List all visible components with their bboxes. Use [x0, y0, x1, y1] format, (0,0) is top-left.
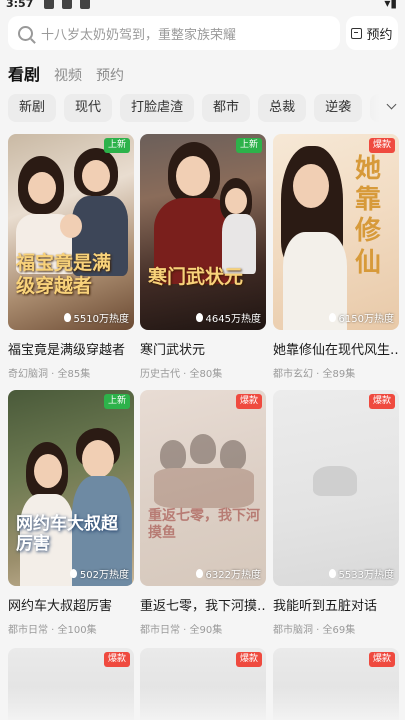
tab-reserve[interactable]: 预约	[96, 65, 124, 85]
drama-cover[interactable]: 网约车大叔超厉害 上新 502万热度	[8, 390, 134, 586]
chip-new[interactable]: 新剧	[8, 94, 57, 122]
poster-title: 寒门武状元	[148, 266, 244, 288]
hot-badge: 爆款	[368, 138, 395, 153]
drama-cover[interactable]: 寒门武状元 上新 4645万热度	[140, 134, 266, 330]
search-icon	[18, 25, 33, 41]
tab-watch[interactable]: 看剧	[8, 61, 40, 85]
tab-video[interactable]: 视频	[54, 65, 82, 85]
chip-modern[interactable]: 现代	[64, 94, 113, 122]
heat-count: 6322万热度	[195, 566, 261, 581]
heat-count: 4645万热度	[195, 310, 261, 325]
poster-title: 她靠修仙	[355, 154, 382, 278]
search-input[interactable]: 十八岁太奶奶驾到，重整家族荣耀	[8, 16, 340, 50]
status-bar: 3:57 ▾▮	[0, 0, 405, 14]
search-row: 十八岁太奶奶驾到，重整家族荣耀 预约	[8, 16, 398, 50]
notification-icon	[80, 0, 90, 9]
chip-comeback[interactable]: 逆袭	[314, 94, 363, 122]
notification-icon	[44, 0, 54, 9]
drama-card[interactable]: 网约车大叔超厉害 上新 502万热度 网约车大叔超厉害 都市日常 · 全100集	[8, 390, 134, 636]
calendar-icon	[351, 27, 363, 39]
drama-title[interactable]: 寒门武状元	[140, 339, 266, 358]
hot-badge: 爆款	[368, 394, 395, 409]
bottom-fade	[0, 686, 405, 720]
placeholder-image-icon	[313, 466, 357, 496]
hot-badge: 爆款	[235, 652, 262, 667]
drama-meta: 都市日常 · 全100集	[8, 625, 97, 636]
drama-title[interactable]: 网约车大叔超厉害	[8, 595, 134, 614]
top-tabs: 看剧 视频 预约	[8, 63, 138, 85]
heat-count: 6150万热度	[328, 310, 394, 325]
poster-title: 福宝竟是满级穿越者	[16, 252, 112, 297]
drama-meta: 历史古代 · 全80集	[140, 369, 223, 380]
reserve-label: 预约	[366, 27, 393, 43]
drama-card[interactable]: 爆款 5533万热度 我能听到五脏对话 都市脑洞 · 全69集	[273, 390, 399, 636]
chip-ceo[interactable]: 总裁	[258, 94, 307, 122]
hot-badge: 爆款	[103, 652, 130, 667]
battery-icon: ▾▮	[384, 0, 397, 10]
drama-title[interactable]: 福宝竟是满级穿越者	[8, 339, 134, 358]
new-badge: 上新	[103, 394, 130, 409]
flame-icon	[195, 569, 203, 578]
flame-icon	[328, 313, 336, 322]
new-badge: 上新	[235, 138, 262, 153]
drama-title[interactable]: 重返七零，我下河摸…	[140, 595, 266, 614]
drama-cover[interactable]: 她靠修仙 爆款 6150万热度	[273, 134, 399, 330]
chip-urban[interactable]: 都市	[202, 94, 251, 122]
flame-icon	[195, 313, 203, 322]
chips-fade	[359, 94, 405, 122]
drama-cover[interactable]: 爆款 5533万热度	[273, 390, 399, 586]
flame-icon	[69, 569, 77, 578]
poster-title: 重返七零，我下河摸鱼	[148, 508, 260, 541]
poster-title: 网约车大叔超厉害	[16, 514, 118, 555]
drama-title[interactable]: 她靠修仙在现代风生…	[273, 339, 399, 358]
reserve-button[interactable]: 预约	[346, 16, 398, 50]
drama-meta: 都市脑洞 · 全69集	[273, 625, 356, 636]
flame-icon	[328, 569, 336, 578]
search-placeholder: 十八岁太奶奶驾到，重整家族荣耀	[41, 27, 237, 43]
drama-cover[interactable]: 福宝竟是满级穿越者 上新 5510万热度	[8, 134, 134, 330]
drama-title[interactable]: 我能听到五脏对话	[273, 595, 399, 614]
heat-count: 5510万热度	[63, 310, 129, 325]
flame-icon	[63, 313, 71, 322]
heat-count: 502万热度	[69, 566, 129, 581]
new-badge: 上新	[103, 138, 130, 153]
drama-card[interactable]: 重返七零，我下河摸鱼 爆款 6322万热度 重返七零，我下河摸… 都市日常 · …	[140, 390, 266, 636]
drama-card[interactable]: 寒门武状元 上新 4645万热度 寒门武状元 历史古代 · 全80集	[140, 134, 266, 380]
drama-meta: 都市日常 · 全90集	[140, 625, 223, 636]
category-chips: 新剧现代打脸虐渣都市总裁逆袭都	[8, 94, 405, 122]
notification-icon	[62, 0, 72, 9]
drama-card[interactable]: 她靠修仙 爆款 6150万热度 她靠修仙在现代风生… 都市玄幻 · 全89集	[273, 134, 399, 380]
drama-cover[interactable]: 重返七零，我下河摸鱼 爆款 6322万热度	[140, 390, 266, 586]
hot-badge: 爆款	[235, 394, 262, 409]
heat-count: 5533万热度	[328, 566, 394, 581]
drama-meta: 都市玄幻 · 全89集	[273, 369, 356, 380]
drama-meta: 奇幻脑洞 · 全85集	[8, 369, 91, 380]
chip-revenge[interactable]: 打脸虐渣	[120, 94, 195, 122]
drama-card[interactable]: 福宝竟是满级穿越者 上新 5510万热度 福宝竟是满级穿越者 奇幻脑洞 · 全8…	[8, 134, 134, 380]
status-time: 3:57	[6, 0, 34, 10]
hot-badge: 爆款	[368, 652, 395, 667]
